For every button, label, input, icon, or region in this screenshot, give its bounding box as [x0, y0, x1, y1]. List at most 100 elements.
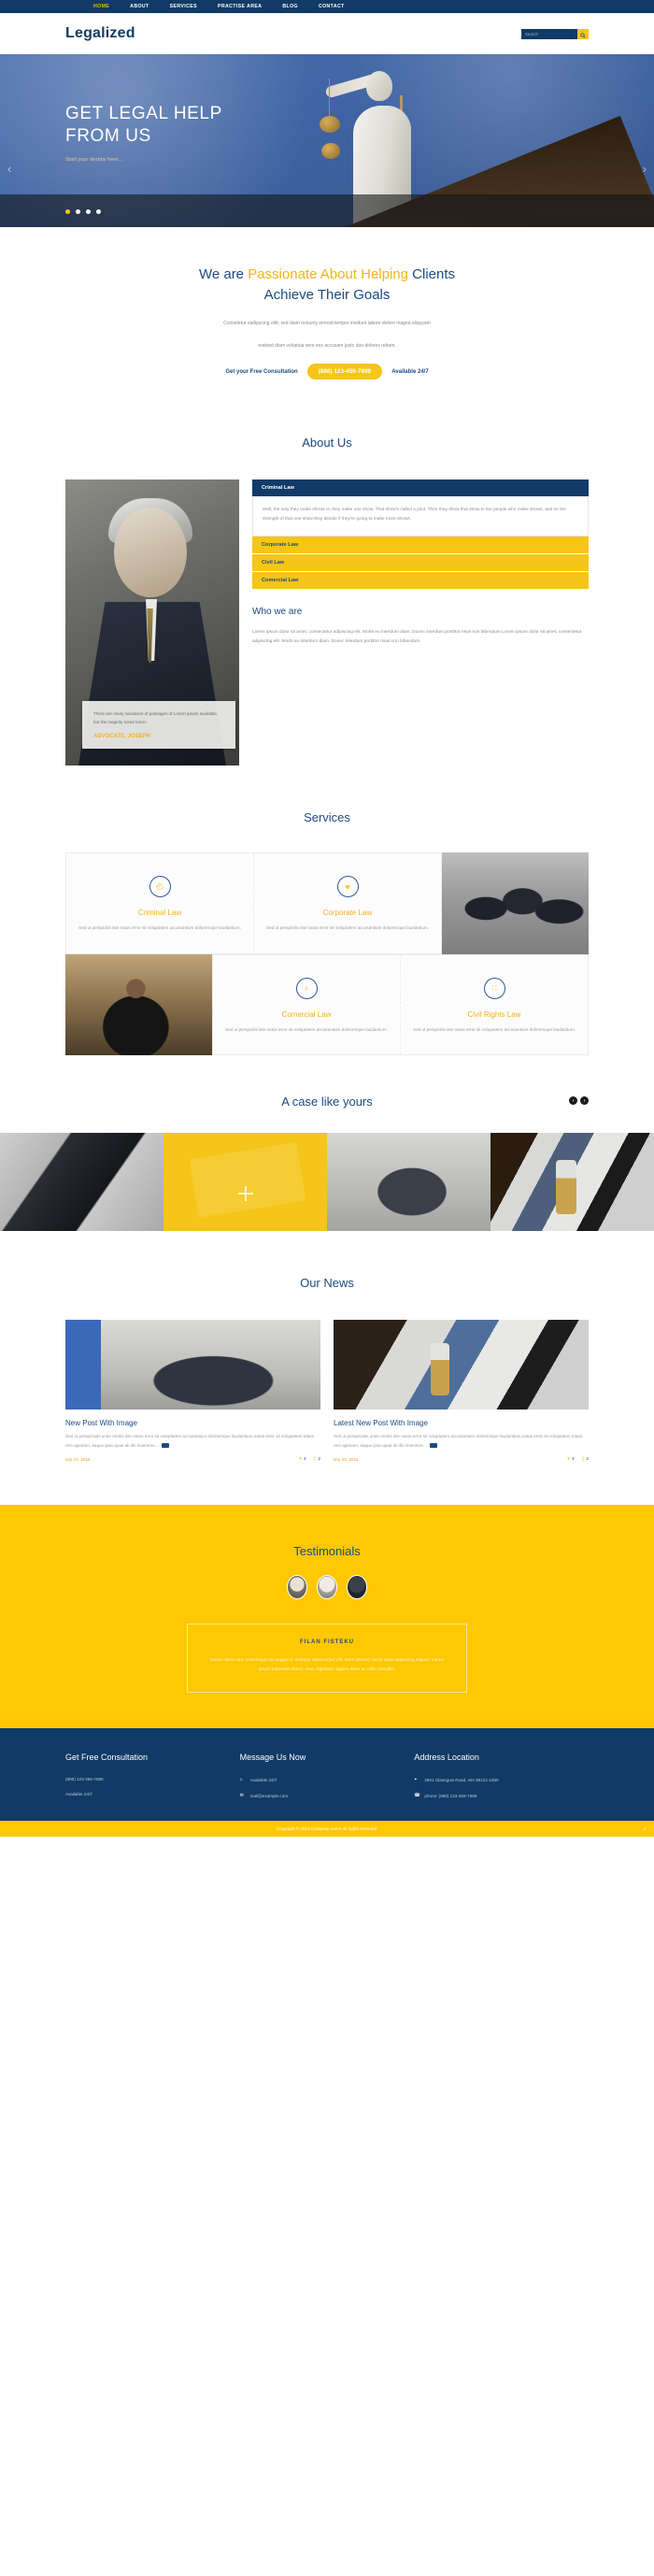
accordion-header-corporate-law[interactable]: Corporate Law — [252, 537, 589, 554]
hero-subtitle: Start your destiny here... — [65, 157, 122, 163]
news-image-2[interactable] — [334, 1320, 589, 1410]
search-button[interactable] — [577, 27, 589, 41]
accordion-header-comercial-law[interactable]: Comercial Law — [252, 572, 589, 590]
service-desc-criminal-law: Sed ut perspicilis iste natus error sit … — [78, 925, 241, 930]
service-desc-civil-rights-law: Sed ut perspicilis iste natus error sit … — [413, 1026, 576, 1032]
news-title-1[interactable]: New Post With Image — [65, 1419, 320, 1427]
intro-heading-post: Clients — [408, 266, 456, 282]
footer-line-availability: Available 24/7 — [65, 1792, 227, 1796]
avatar-woman[interactable] — [317, 1575, 337, 1599]
footer-available-text: Available 24/7 — [249, 1777, 277, 1782]
services-title: Services — [304, 810, 350, 824]
map-pin-icon: ⌖ — [414, 1777, 418, 1782]
advocate-photo: There are many variations of passages of… — [65, 479, 239, 766]
news-card-1: New Post With Image Sed ut perspiciatis … — [65, 1320, 320, 1462]
cases-title: A case like yours — [281, 1095, 373, 1109]
footer-title-consultation: Get Free Consultation — [65, 1753, 149, 1762]
news-likes-2: ♥ 4 — [567, 1457, 575, 1462]
services-row-1: ◴ Criminal Law Sed ut perspicilis iste n… — [65, 852, 589, 954]
cta-label: Get your Free Consultation — [225, 368, 298, 375]
news-comments-1: ▯ 2 — [314, 1457, 320, 1462]
heart-icon: ♥ — [336, 876, 359, 897]
about-title: About Us — [302, 436, 352, 450]
hero-slider-dots — [65, 209, 101, 214]
accordion-item-criminal-law: Criminal Law Well, the way they make sho… — [252, 479, 589, 537]
nav-item-contact[interactable]: CONTACT — [319, 0, 345, 13]
footer-line-available: ⌂ Available 24/7 — [240, 1777, 402, 1782]
service-name-civil-rights-law: Civil Rights Law — [467, 1009, 521, 1019]
nav-item-services[interactable]: SERVICES — [170, 0, 197, 13]
heart-icon: ♥ — [299, 1457, 303, 1462]
news-title-2[interactable]: Latest New Post With Image — [334, 1419, 589, 1427]
testimonial-quote-text: Donec libero dui, scelerisque ac augue i… — [210, 1658, 444, 1672]
case-tile-key[interactable] — [490, 1133, 654, 1231]
intro-paragraph-line1: Consetetur sadipscing elitr, sed diam no… — [223, 321, 431, 326]
footer-column-consultation: Get Free Consultation (888) 123-456-7890… — [65, 1753, 240, 1798]
case-tile-paper[interactable] — [164, 1133, 327, 1231]
copyright-bar: Copyright © 2016.Company name All rights… — [0, 1821, 654, 1837]
read-more-icon-2[interactable] — [429, 1442, 437, 1448]
cases-section: A case like yours ‹ › — [0, 1055, 654, 1231]
hero-dot-1[interactable] — [65, 209, 70, 214]
footer-line-phone-2: ☎ phone: (888) 123-456-7899 — [414, 1793, 576, 1798]
search-input[interactable] — [521, 28, 577, 39]
hero-next-arrow-icon[interactable]: › — [643, 162, 647, 176]
intro-section: We are Passionate About Helping Clients … — [0, 227, 654, 404]
scroll-to-top-icon[interactable]: ∧ — [644, 1826, 647, 1832]
hero-prev-arrow-icon[interactable]: ‹ — [7, 162, 11, 176]
heart-icon: ♥ — [567, 1457, 571, 1462]
hero-dot-2[interactable] — [76, 209, 80, 214]
advocate-name: ADVOCATE, JOSEPH — [93, 734, 224, 739]
testimonials-section: Testimonials FILAN FISTEKU Donec libero … — [0, 1505, 654, 1728]
search-icon — [580, 27, 586, 41]
news-comments-count-1: 2 — [318, 1457, 320, 1462]
news-title: Our News — [300, 1276, 354, 1290]
site-header: Legalized — [0, 13, 654, 54]
footer-title-address: Address Location — [414, 1753, 479, 1762]
cases-next-arrow-icon[interactable]: › — [580, 1096, 589, 1105]
news-card-2: Latest New Post With Image Sed ut perspi… — [334, 1320, 589, 1462]
nav-item-practise-area[interactable]: PRACTISE AREA — [218, 0, 262, 13]
avatar-young-man[interactable] — [347, 1575, 367, 1599]
news-image-1[interactable] — [65, 1320, 320, 1410]
testimonial-quote-box: FILAN FISTEKU Donec libero dui, sceleris… — [187, 1624, 467, 1693]
accordion-header-criminal-law[interactable]: Criminal Law — [252, 479, 589, 496]
service-card-comercial-law[interactable]: ♁ Comercial Law Sed ut perspicilis iste … — [213, 955, 400, 1055]
news-excerpt-1: Sed ut perspiciatis unde omnis iste natu… — [65, 1432, 320, 1450]
home-icon: ⌂ — [239, 1777, 243, 1782]
intro-heading: We are Passionate About Helping Clients … — [65, 265, 589, 306]
site-logo[interactable]: Legalized — [65, 25, 135, 42]
hero-slider: GET LEGAL HELP FROM US Start your destin… — [0, 54, 654, 227]
footer-phone-text: (888) 123-456-7890 — [65, 1777, 104, 1782]
service-desc-comercial-law: Sed ut perspicilis iste natus error sit … — [225, 1026, 388, 1032]
nav-item-home[interactable]: HOME — [93, 0, 109, 13]
service-card-civil-rights-law[interactable]: ∷ Civil Rights Law Sed ut perspicilis is… — [400, 954, 588, 1054]
read-more-icon-1[interactable] — [161, 1442, 169, 1448]
cases-prev-arrow-icon[interactable]: ‹ — [569, 1096, 577, 1105]
site-footer: Get Free Consultation (888) 123-456-7890… — [0, 1728, 654, 1821]
cta-phone-button[interactable]: (888) 123-456-7890 — [306, 364, 383, 379]
footer-phone-text-2: phone: (888) 123-456-7899 — [424, 1793, 477, 1798]
service-card-criminal-law[interactable]: ◴ Criminal Law Sed ut perspicilis iste n… — [66, 853, 253, 953]
hero-dot-3[interactable] — [86, 209, 91, 214]
hero-title-line1: GET LEGAL HELP — [65, 104, 222, 123]
cta-availability: Available 24/7 — [391, 368, 429, 375]
footer-email-text[interactable]: mail@example.com — [250, 1794, 288, 1798]
avatar-older-man[interactable] — [287, 1575, 307, 1599]
service-card-corporate-law[interactable]: ♥ Corporate Law Sed ut perspicilis iste … — [253, 853, 441, 953]
footer-column-message: Message Us Now ⌂ Available 24/7 ✉ mail@e… — [240, 1753, 415, 1798]
case-tile-robe[interactable] — [0, 1133, 164, 1231]
advocate-person-name: , JOSEPH — [124, 734, 150, 739]
who-we-are-body: Lorem ipsum dolor sit amet, consectetur … — [252, 630, 582, 644]
nav-item-blog[interactable]: BLOG — [282, 0, 298, 13]
services-section: Services ◴ Criminal Law Sed ut perspicil… — [0, 766, 654, 1055]
hero-dot-4[interactable] — [96, 209, 101, 214]
testimonial-author-name: FILAN FISTEKU — [300, 1639, 354, 1645]
accordion-header-civil-law[interactable]: Civil Law — [252, 554, 589, 572]
nav-item-about[interactable]: ABOUT — [130, 0, 149, 13]
news-excerpt-text-2: Sed ut perspiciatis unde omnis iste natu… — [334, 1434, 583, 1448]
case-tile-lion[interactable] — [327, 1133, 490, 1231]
advocate-role: ADVOCATE — [93, 734, 125, 739]
service-name-comercial-law: Comercial Law — [281, 1009, 332, 1019]
news-likes-count-1: 4 — [304, 1457, 306, 1462]
